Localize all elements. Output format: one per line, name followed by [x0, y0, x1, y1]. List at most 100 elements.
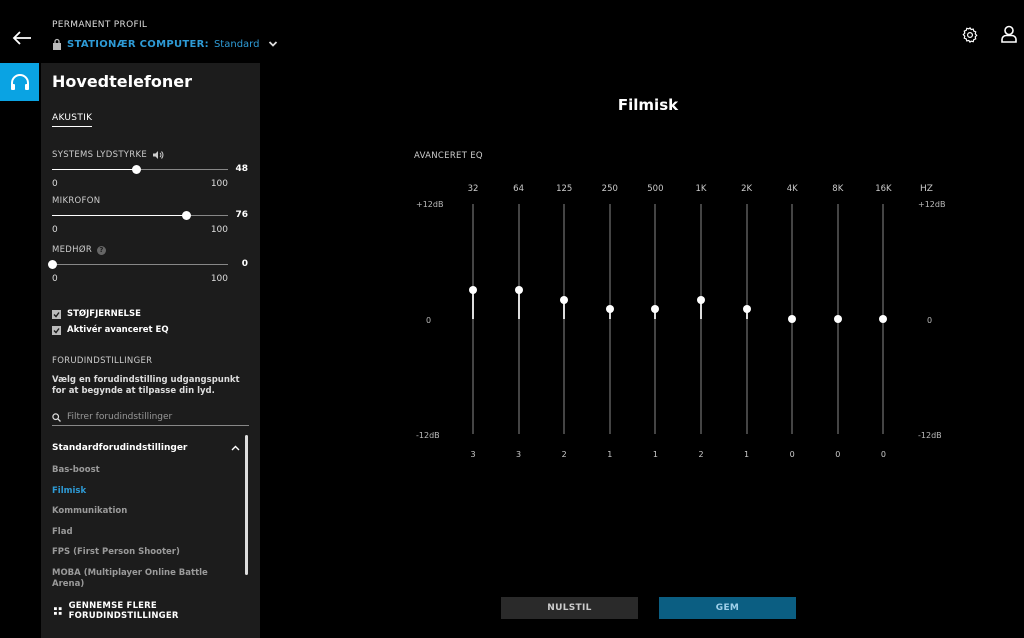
eq-band-frequency: 1K — [695, 184, 707, 194]
tab-akustik[interactable]: AKUSTIK — [52, 113, 93, 127]
slider-knob[interactable] — [132, 165, 142, 174]
eq-band-knob[interactable] — [879, 315, 888, 323]
profile-selector[interactable]: STATIONÆR COMPUTER: Standard — [52, 38, 278, 50]
preset-item[interactable]: FPS (First Person Shooter) — [52, 547, 232, 568]
eq-band-knob[interactable] — [833, 315, 842, 323]
advanced-eq-heading: AVANCERET EQ — [414, 151, 483, 161]
help-icon[interactable]: ? — [97, 245, 107, 255]
db-mid-left: 0 — [426, 316, 432, 325]
db-bottom-right: -12dB — [918, 431, 942, 440]
chevron-down-icon — [269, 41, 278, 47]
preset-group-label: Standardforudindstillinger — [52, 443, 188, 453]
eq-band-knob[interactable] — [651, 305, 660, 314]
preset-group-header[interactable]: Standardforudindstillinger — [52, 443, 240, 453]
reset-button[interactable]: NULSTIL — [501, 597, 638, 619]
eq-band-frequency: 64 — [513, 184, 524, 194]
eq-band-gain: 3 — [516, 450, 522, 459]
sidetone-label: MEDHØR ? — [52, 244, 248, 256]
eq-band-slider[interactable] — [788, 204, 797, 434]
panel-title: Hovedtelefoner — [52, 72, 193, 91]
preset-item[interactable]: Bas-boost — [52, 465, 232, 486]
microphone-slider-block: MIKROFON 76 0 100 — [52, 195, 248, 235]
eq-band-knob[interactable] — [605, 305, 614, 314]
eq-band: 250 1 — [598, 184, 622, 459]
microphone-label: MIKROFON — [52, 196, 101, 206]
preset-item[interactable]: Kommunikation — [52, 506, 232, 527]
settings-panel: Hovedtelefoner AKUSTIK SYSTEMS LYDSTYRKE… — [41, 63, 260, 638]
db-bottom-left: -12dB — [416, 431, 440, 440]
slider-knob[interactable] — [48, 260, 57, 269]
eq-band-gain: 1 — [744, 450, 750, 459]
eq-band-knob[interactable] — [742, 305, 751, 314]
noise-reduction-label: STØJFJERNELSE — [67, 309, 141, 319]
checkbox-checked-icon[interactable] — [52, 325, 61, 335]
eq-band-frequency: 8K — [832, 184, 844, 194]
device-name: STATIONÆR COMPUTER: — [67, 38, 209, 50]
grid-icon — [54, 607, 62, 615]
eq-band-frequency: 16K — [875, 184, 892, 194]
eq-band-knob[interactable] — [469, 286, 477, 295]
system-volume-value: 48 — [235, 164, 248, 174]
browse-presets-button[interactable]: GENNEMSE FLERE FORUDINDSTILLINGER — [54, 601, 260, 621]
eq-band-gain: 0 — [880, 450, 886, 459]
eq-band: 64 3 — [507, 184, 531, 459]
eq-band-slider[interactable] — [651, 204, 660, 434]
eq-band-gain: 2 — [561, 450, 567, 459]
slider-knob[interactable] — [181, 211, 191, 220]
user-icon[interactable] — [1000, 25, 1018, 43]
preset-filter-input[interactable] — [67, 412, 237, 422]
eq-band-knob[interactable] — [560, 295, 569, 304]
profile-label: PERMANENT PROFIL — [52, 20, 148, 30]
checkbox-checked-icon[interactable] — [52, 309, 61, 319]
advanced-eq-label: Aktivér avanceret EQ — [67, 325, 169, 335]
eq-band-slider[interactable] — [560, 204, 569, 434]
eq-band-knob[interactable] — [514, 286, 523, 295]
profile-name: Standard — [213, 38, 260, 50]
eq-band: 4K 0 — [780, 184, 804, 459]
eq-band-slider[interactable] — [879, 204, 888, 434]
eq-band-frequency: 2K — [741, 184, 753, 194]
preset-list: Bas-boost Filmisk Kommunikation Flad FPS (Fi… — [52, 465, 232, 596]
eq-band-gain: 0 — [789, 450, 795, 459]
preset-item[interactable]: Flad — [52, 527, 232, 548]
sidetone-slider[interactable] — [48, 259, 228, 271]
system-volume-slider[interactable] — [52, 164, 228, 176]
eq-band-frequency: 125 — [556, 184, 573, 194]
eq-band-gain: 0 — [835, 450, 841, 459]
eq-band-gain: 3 — [470, 450, 476, 459]
eq-band-slider[interactable] — [697, 204, 705, 434]
microphone-slider[interactable] — [52, 210, 228, 222]
hz-label: HZ — [920, 184, 933, 194]
eq-band-slider[interactable] — [514, 204, 523, 434]
microphone-range: 0 100 — [52, 225, 228, 235]
eq-band-slider[interactable] — [605, 204, 614, 434]
gear-icon[interactable] — [961, 26, 979, 44]
db-top-left: +12dB — [416, 200, 444, 209]
eq-band: 32 3 — [461, 184, 485, 459]
eq-band-frequency: 32 — [467, 184, 479, 194]
preset-item[interactable]: Filmisk — [52, 486, 232, 507]
advanced-eq-checkbox[interactable]: Aktivér avanceret EQ — [52, 325, 169, 335]
preset-item[interactable]: MOBA (Multiplayer Online Battle Arena) — [52, 568, 232, 596]
db-mid-right: 0 — [927, 316, 933, 325]
save-button[interactable]: GEM — [659, 597, 796, 619]
back-arrow-icon[interactable] — [12, 30, 32, 46]
eq-band-knob[interactable] — [697, 295, 705, 304]
eq-band: 2K 1 — [735, 184, 759, 459]
system-volume-slider-block: SYSTEMS LYDSTYRKE 48 0 100 — [52, 149, 248, 189]
eq-band-slider[interactable] — [469, 204, 477, 434]
presets-description: Vælg en forudindstilling udgangspunkt fo… — [52, 375, 240, 396]
headphones-tab[interactable] — [0, 63, 39, 101]
eq-band-frequency: 250 — [601, 184, 618, 194]
sidetone-range: 0 100 — [52, 274, 228, 284]
eq-band-slider[interactable] — [742, 204, 751, 434]
preset-scrollbar[interactable] — [245, 435, 248, 575]
eq-band-slider[interactable] — [833, 204, 842, 434]
speaker-icon — [153, 151, 164, 159]
system-volume-range: 0 100 — [52, 179, 228, 189]
sidetone-slider-block: MEDHØR ? 0 0 100 — [48, 244, 248, 284]
eq-band: 500 1 — [643, 184, 667, 459]
noise-reduction-checkbox[interactable]: STØJFJERNELSE — [52, 309, 141, 319]
eq-band-knob[interactable] — [788, 315, 797, 323]
eq-band-gain: 1 — [607, 450, 613, 459]
